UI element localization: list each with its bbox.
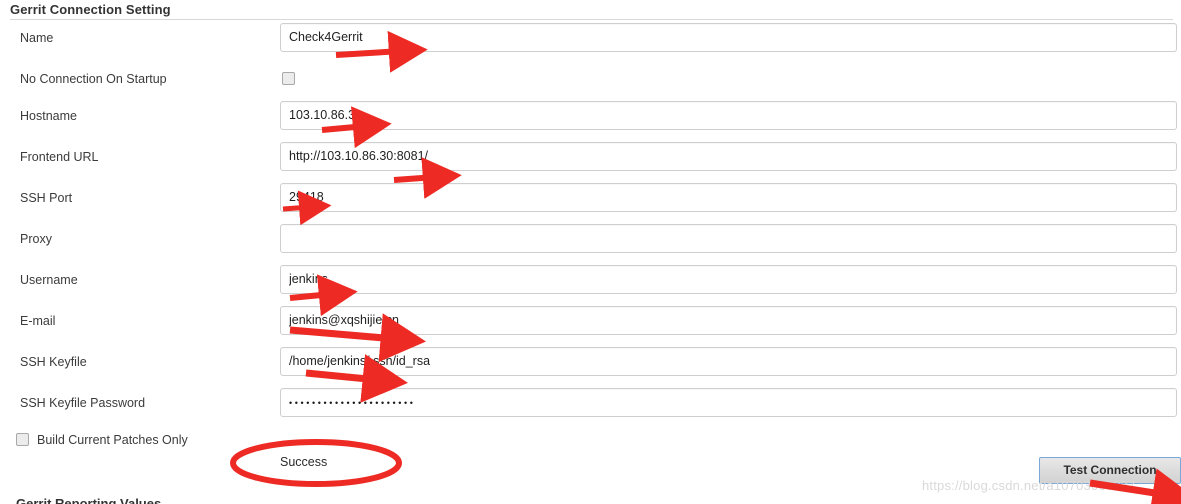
name-input-value: Check4Gerrit <box>289 30 363 44</box>
page-title: Gerrit Connection Setting <box>10 2 171 17</box>
hostname-input[interactable]: 103.10.86.30 <box>280 101 1177 130</box>
gerrit-connection-settings-page: Gerrit Connection Setting Name Check4Ger… <box>0 0 1181 504</box>
label-ssh-keyfile: SSH Keyfile <box>20 355 87 369</box>
email-input[interactable]: jenkins@xqshijie.cn <box>280 306 1177 335</box>
label-no-connection-on-startup: No Connection On Startup <box>20 72 167 86</box>
label-hostname: Hostname <box>20 109 77 123</box>
ssh-port-input[interactable]: 29418 <box>280 183 1177 212</box>
ssh-port-input-value: 29418 <box>289 190 324 204</box>
ssh-keyfile-input[interactable]: /home/jenkins/.ssh/id_rsa <box>280 347 1177 376</box>
form-row-proxy: Proxy <box>0 224 1181 254</box>
ssh-keyfile-input-value: /home/jenkins/.ssh/id_rsa <box>289 354 431 368</box>
status-badge: Success <box>280 455 328 469</box>
email-input-value: jenkins@xqshijie.cn <box>289 313 399 327</box>
build-current-patches-only-label: Build Current Patches Only <box>37 433 188 447</box>
username-input[interactable]: jenkins <box>280 265 1177 294</box>
annotation-arrow-frontend-url <box>393 156 462 199</box>
title-divider <box>10 19 1173 20</box>
name-input[interactable]: Check4Gerrit <box>280 23 1177 52</box>
form-row-email: E-mail jenkins@xqshijie.cn <box>0 306 1181 336</box>
form-row-frontend-url: Frontend URL http://103.10.86.30:8081/ <box>0 142 1181 172</box>
label-username: Username <box>20 273 78 287</box>
form-row-ssh-port: SSH Port 29418 <box>0 183 1181 213</box>
proxy-input[interactable] <box>280 224 1177 253</box>
label-ssh-port: SSH Port <box>20 191 73 205</box>
watermark-text: https://blog.csdn.net/a10703060237 <box>922 478 1136 493</box>
label-frontend-url: Frontend URL <box>20 150 99 164</box>
label-name: Name <box>20 31 54 45</box>
ssh-keyfile-password-input-value: •••••••••••••••••••••• <box>289 398 416 408</box>
form-row-ssh-keyfile: SSH Keyfile /home/jenkins/.ssh/id_rsa <box>0 347 1181 377</box>
username-input-value: jenkins <box>289 272 328 286</box>
label-email: E-mail <box>20 314 56 328</box>
form-row-username: Username jenkins <box>0 265 1181 295</box>
form-row-no-connection-on-startup: No Connection On Startup <box>0 64 1181 94</box>
next-section-title: Gerrit Reporting Values <box>16 496 162 504</box>
build-current-patches-only-checkbox[interactable] <box>16 433 29 446</box>
ssh-keyfile-password-input[interactable]: •••••••••••••••••••••• <box>280 388 1177 417</box>
form-row-name: Name Check4Gerrit <box>0 23 1181 53</box>
form-row-ssh-keyfile-password: SSH Keyfile Password •••••••••••••••••••… <box>0 388 1181 418</box>
label-proxy: Proxy <box>20 232 52 246</box>
label-ssh-keyfile-password: SSH Keyfile Password <box>20 396 146 410</box>
form-row-hostname: Hostname 103.10.86.30 <box>0 101 1181 131</box>
frontend-url-input-value: http://103.10.86.30:8081/ <box>289 149 429 163</box>
hostname-input-value: 103.10.86.30 <box>289 108 362 122</box>
frontend-url-input[interactable]: http://103.10.86.30:8081/ <box>280 142 1177 171</box>
no-connection-on-startup-checkbox[interactable] <box>282 72 295 85</box>
